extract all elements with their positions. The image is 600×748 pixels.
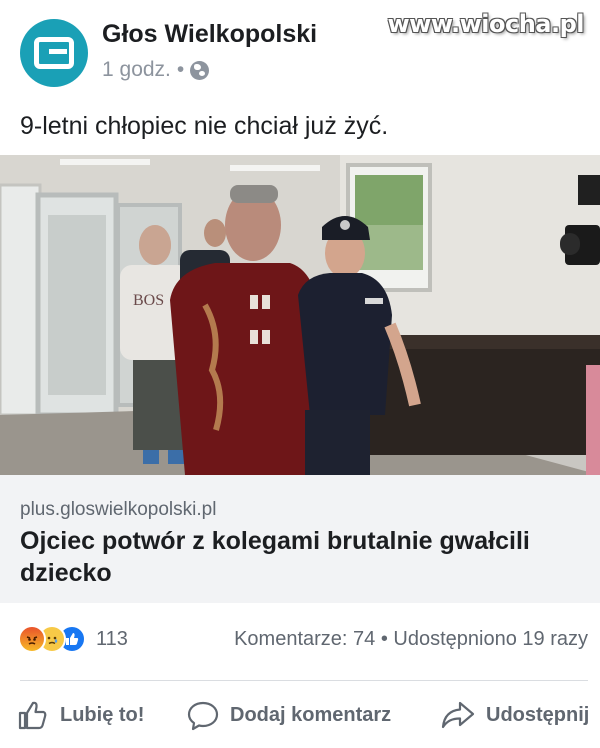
page-avatar[interactable]	[20, 19, 88, 87]
link-title[interactable]: Ojciec potwór z kolegami brutalnie gwałc…	[20, 525, 580, 589]
post-text: 9-letni chłopiec nie chciał już żyć.	[20, 112, 389, 140]
divider	[20, 680, 588, 681]
post-time[interactable]: 1 godz.	[102, 58, 171, 82]
comment-bubble-icon	[187, 701, 219, 731]
link-preview-image[interactable]: BOS	[0, 155, 600, 475]
comments-shares-summary: Komentarze: 74 • Udostępniono 19 razy	[234, 628, 588, 651]
shares-count[interactable]: Udostępniono 19 razy	[393, 628, 588, 650]
svg-text:BOS: BOS	[133, 292, 164, 309]
photo-illustration: BOS	[0, 155, 600, 475]
share-button[interactable]: Udostępnij	[440, 698, 589, 732]
reactions-summary[interactable]: 113	[18, 625, 128, 653]
comment-label: Dodaj komentarz	[230, 703, 392, 726]
comments-count[interactable]: Komentarze: 74	[234, 628, 375, 650]
meta-separator: •	[176, 58, 185, 81]
watermark: www.wiocha.pl	[387, 10, 584, 38]
angry-icon	[18, 625, 46, 653]
post-header: Głos Wielkopolski 1 godz. • www.wiocha.p…	[0, 0, 600, 100]
link-preview[interactable]: plus.gloswielkopolski.pl Ojciec potwór z…	[0, 475, 600, 603]
globe-icon	[190, 60, 210, 80]
like-label: Lubię to!	[60, 703, 145, 726]
like-button[interactable]: Lubię to!	[16, 698, 144, 732]
thumbs-up-icon	[18, 701, 47, 730]
comment-button[interactable]: Dodaj komentarz	[186, 698, 391, 732]
engagement-stats: 113 Komentarze: 74 • Udostępniono 19 raz…	[0, 610, 600, 670]
stats-separator: •	[380, 628, 388, 650]
page-name[interactable]: Głos Wielkopolski	[102, 20, 317, 49]
action-bar: Lubię to! Dodaj komentarz Udostępnij	[0, 688, 600, 744]
post-meta: 1 godz. •	[102, 58, 210, 82]
gw-logo-icon	[34, 37, 74, 69]
link-domain: plus.gloswielkopolski.pl	[20, 499, 217, 520]
share-arrow-icon	[441, 701, 475, 729]
share-label: Udostępnij	[486, 703, 590, 726]
reaction-count: 113	[96, 627, 128, 650]
